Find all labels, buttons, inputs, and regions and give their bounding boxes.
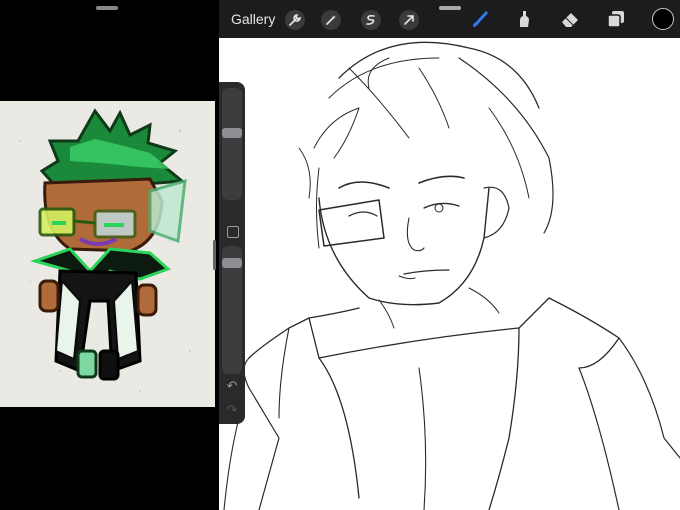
character-reference-image [0,101,215,407]
undo-button[interactable]: ↶ [224,378,240,394]
redo-button[interactable]: ↷ [224,402,240,418]
magic-wand-icon[interactable] [321,10,341,30]
opacity-thumb[interactable] [222,258,242,268]
brush-icon[interactable] [469,8,491,30]
brush-size-thumb[interactable] [222,128,242,138]
layers-icon[interactable] [605,8,627,30]
brush-size-slider[interactable] [222,88,242,200]
opacity-slider[interactable] [222,246,242,374]
modify-button[interactable] [227,226,239,238]
reference-pane [0,0,219,510]
smudge-icon[interactable] [513,8,535,30]
top-toolbar: Gallery [219,0,680,38]
eraser-icon[interactable] [559,8,581,30]
transform-arrow-icon[interactable] [399,10,419,30]
sidebar-controls: ↶ ↷ [219,82,245,424]
gallery-button[interactable]: Gallery [231,11,275,27]
selection-icon[interactable] [361,10,381,30]
reference-drag-handle[interactable] [96,6,118,10]
split-view-divider[interactable] [213,240,216,270]
drawing-canvas[interactable] [219,38,680,510]
wrench-icon[interactable] [285,10,305,30]
toolbar-drag-handle[interactable] [439,6,461,10]
color-picker-button[interactable] [652,8,674,30]
